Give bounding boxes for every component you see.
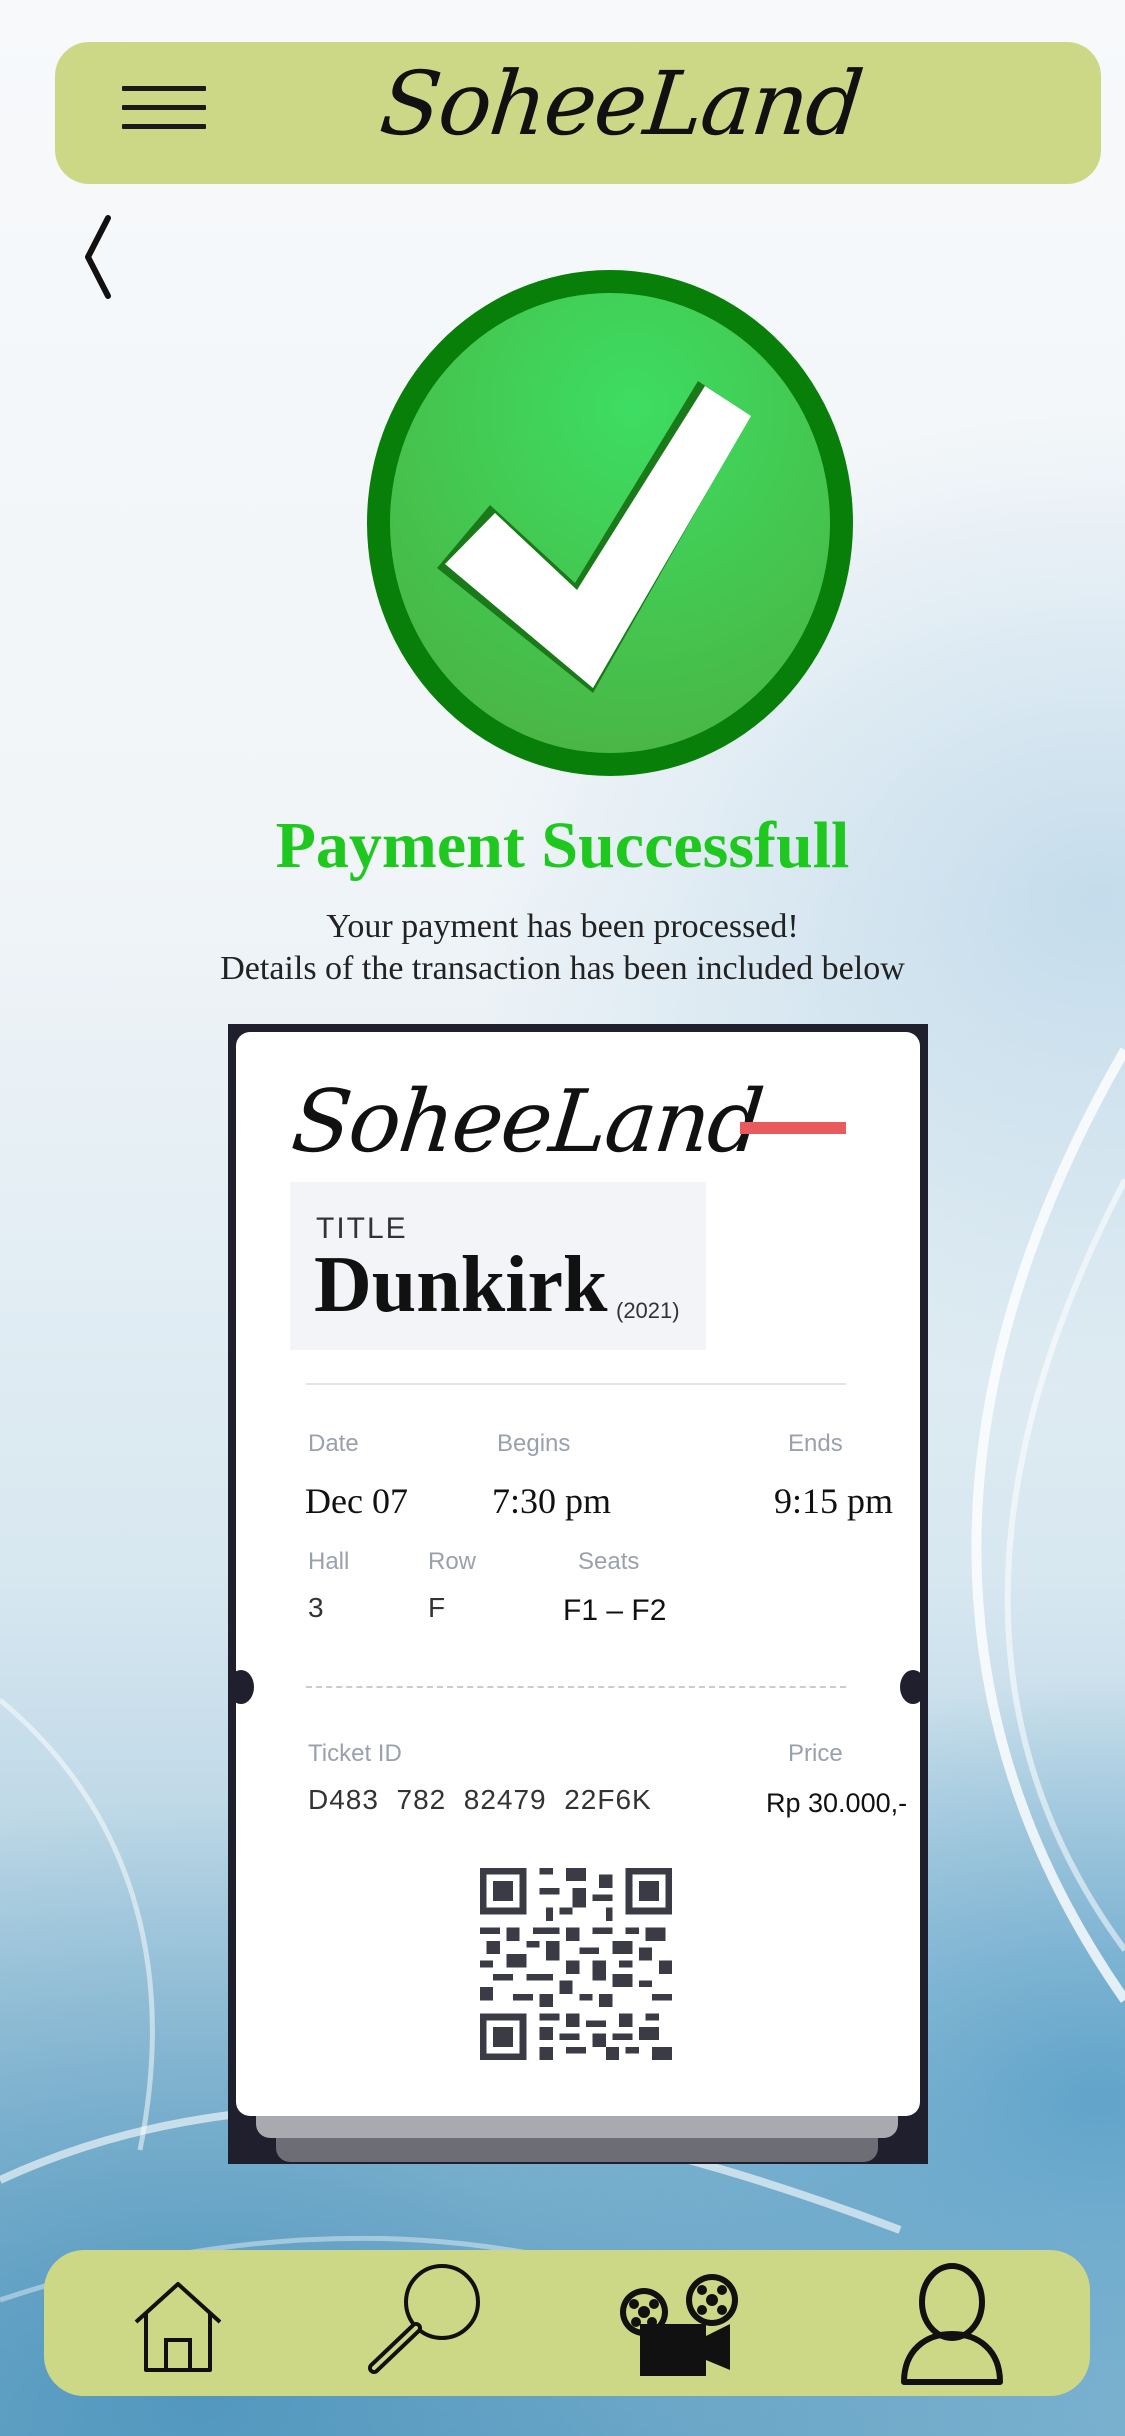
ticket-divider xyxy=(306,1383,846,1385)
home-icon[interactable] xyxy=(128,2262,228,2386)
seats-label: Seats xyxy=(578,1548,640,1575)
payment-status-title: Payment Successfull xyxy=(275,809,850,882)
row-label: Row xyxy=(428,1548,477,1575)
ticket-perforation xyxy=(306,1686,846,1688)
status-line-2: Details of the transaction has been incl… xyxy=(220,950,905,987)
movie-title: Dunkirk xyxy=(314,1241,608,1329)
row-value: F xyxy=(428,1592,446,1623)
profile-icon[interactable] xyxy=(898,2262,1006,2386)
hamburger-menu-icon[interactable] xyxy=(122,86,206,132)
begins-label: Begins xyxy=(497,1430,571,1457)
date-value: Dec 07 xyxy=(305,1481,408,1521)
movie-year: (2021) xyxy=(616,1298,680,1323)
price-label: Price xyxy=(788,1740,843,1767)
begins-value: 7:30 pm xyxy=(492,1481,612,1521)
price-value: Rp 30.000,- xyxy=(766,1788,908,1818)
ends-value: 9:15 pm xyxy=(774,1481,894,1521)
date-label: Date xyxy=(308,1430,359,1457)
app-logo: SoheeLand xyxy=(375,52,867,155)
seats-value: F1 – F2 xyxy=(563,1594,667,1627)
ticket-id-value: D483 782 82479 22F6K xyxy=(308,1784,652,1815)
status-line-1: Your payment has been processed! xyxy=(326,908,799,945)
checkmark-icon xyxy=(367,270,853,776)
ticket-accent-bar xyxy=(740,1122,846,1134)
ticket-id-label: Ticket ID xyxy=(308,1740,402,1767)
qr-code xyxy=(480,1868,672,2060)
ticket-logo: SoheeLand xyxy=(287,1072,767,1172)
movie-projector-icon[interactable] xyxy=(612,2262,744,2386)
payment-status-message: Your payment has been processed! Details… xyxy=(0,906,1125,990)
chevron-left-icon[interactable] xyxy=(80,214,120,300)
ticket-notch-left xyxy=(228,1670,254,1704)
ends-label: Ends xyxy=(788,1430,843,1457)
hall-label: Hall xyxy=(308,1548,350,1575)
search-icon[interactable] xyxy=(362,2262,482,2386)
ticket-notch-right xyxy=(900,1670,926,1704)
hall-value: 3 xyxy=(308,1592,324,1623)
